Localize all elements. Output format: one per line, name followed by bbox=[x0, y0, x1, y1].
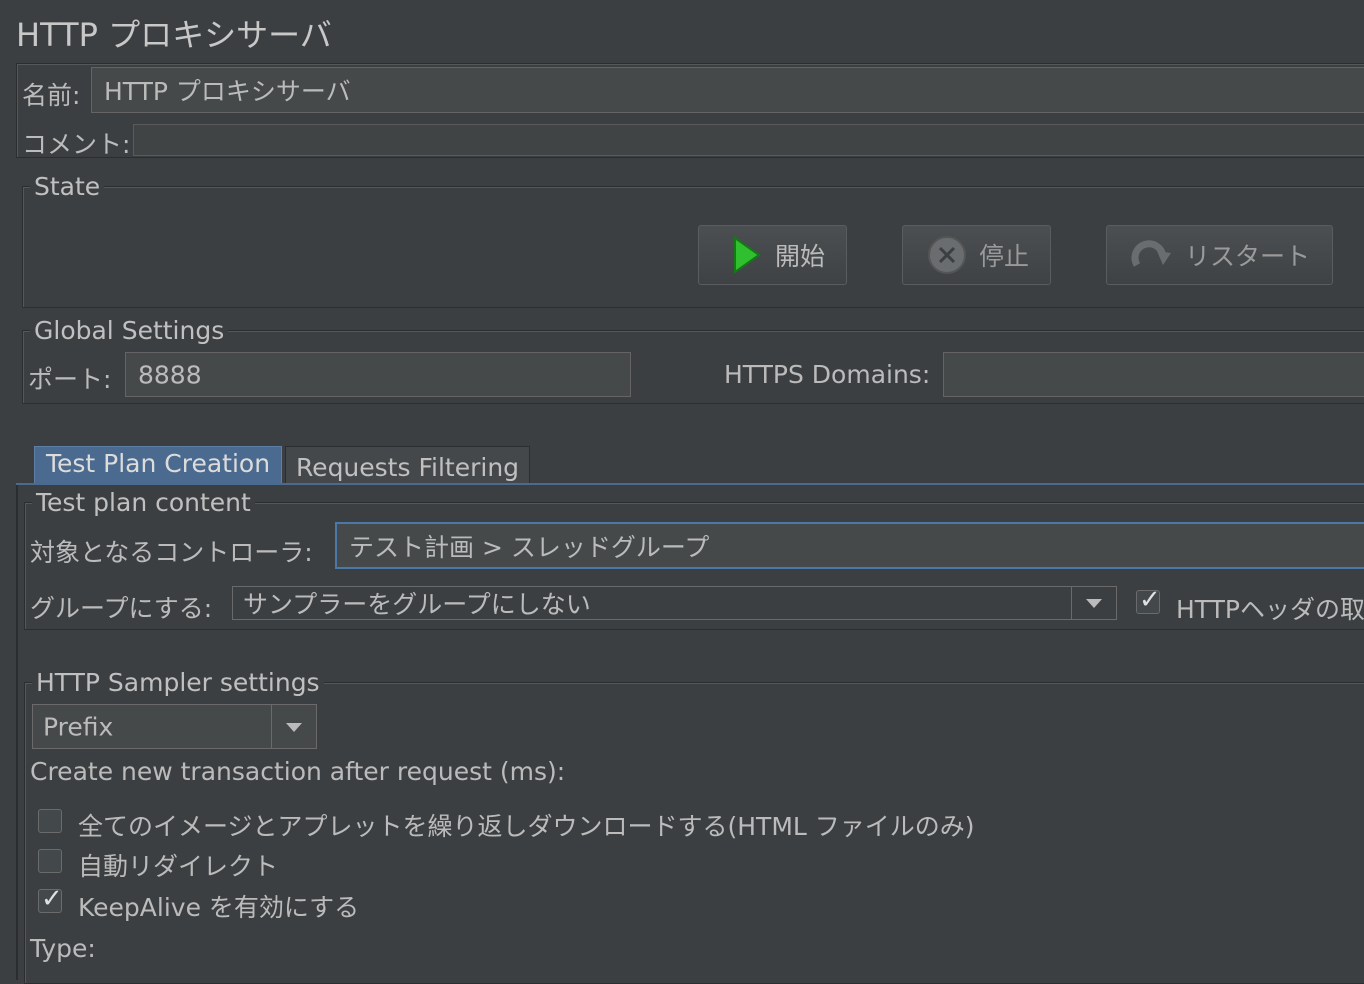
start-button[interactable]: 開始 bbox=[698, 225, 847, 285]
comment-field[interactable] bbox=[133, 124, 1364, 156]
grouping-dropdown-button[interactable] bbox=[1071, 587, 1116, 619]
http-sampler-settings-legend: HTTP Sampler settings bbox=[32, 668, 324, 697]
checkmark-icon: ✓ bbox=[1139, 585, 1161, 615]
name-field[interactable]: HTTP プロキシサーバ bbox=[91, 67, 1364, 113]
transaction-delay-label: Create new transaction after request (ms… bbox=[30, 757, 566, 786]
download-resources-checkbox[interactable] bbox=[38, 809, 62, 833]
target-controller-field[interactable]: テスト計画 > スレッドグループ bbox=[335, 522, 1364, 569]
name-value: HTTP プロキシサーバ bbox=[104, 77, 351, 106]
global-settings-legend: Global Settings bbox=[30, 316, 229, 345]
tab-panel bbox=[16, 485, 18, 980]
stop-label: 停止 bbox=[979, 242, 1030, 271]
state-legend: State bbox=[30, 172, 105, 201]
start-label: 開始 bbox=[775, 242, 826, 271]
tab-requests-filtering[interactable]: Requests Filtering bbox=[285, 446, 530, 484]
target-controller-value: テスト計画 > スレッドグループ bbox=[349, 532, 710, 562]
http-header-checkbox-label: HTTPヘッダの取 bbox=[1176, 595, 1364, 624]
name-label: 名前: bbox=[22, 81, 81, 110]
type-label: Type: bbox=[30, 934, 96, 963]
chevron-down-icon bbox=[1086, 599, 1102, 608]
comment-label: コメント: bbox=[22, 130, 131, 159]
chevron-down-icon bbox=[286, 722, 302, 732]
restart-button[interactable]: リスタート bbox=[1106, 225, 1333, 285]
tab-test-plan-creation[interactable]: Test Plan Creation bbox=[34, 446, 282, 484]
prefix-dropdown-button[interactable] bbox=[271, 705, 316, 748]
grouping-select[interactable]: サンプラーをグループにしない bbox=[232, 586, 1117, 620]
port-label: ポート: bbox=[28, 365, 112, 394]
restart-icon bbox=[1131, 240, 1171, 267]
port-field[interactable]: 8888 bbox=[125, 352, 631, 397]
grouping-label: グループにする: bbox=[30, 594, 213, 623]
test-plan-content-legend: Test plan content bbox=[32, 488, 255, 517]
http-header-checkbox[interactable]: ✓ bbox=[1136, 585, 1161, 615]
stop-button[interactable]: 停止 bbox=[902, 225, 1051, 285]
page-title: HTTP プロキシサーバ bbox=[16, 16, 332, 54]
restart-label: リスタート bbox=[1185, 242, 1311, 271]
https-domains-field[interactable] bbox=[943, 352, 1364, 397]
keepalive-checkbox[interactable]: ✓ bbox=[38, 884, 63, 914]
tab-requests-filtering-label: Requests Filtering bbox=[295, 453, 520, 482]
auto-redirect-label: 自動リダイレクト bbox=[78, 852, 279, 881]
tab-test-plan-creation-label: Test Plan Creation bbox=[45, 449, 271, 478]
https-domains-label: HTTPS Domains: bbox=[724, 360, 931, 389]
checkmark-icon: ✓ bbox=[41, 884, 63, 914]
play-icon bbox=[734, 236, 761, 274]
stop-icon bbox=[928, 236, 966, 274]
tab-panel-border bbox=[16, 483, 1364, 485]
prefix-value: Prefix bbox=[43, 712, 114, 741]
port-value: 8888 bbox=[138, 360, 202, 389]
download-resources-label: 全てのイメージとアプレットを繰り返しダウンロードする(HTML ファイルのみ) bbox=[78, 812, 975, 841]
auto-redirect-checkbox[interactable] bbox=[38, 849, 62, 873]
keepalive-label: KeepAlive を有効にする bbox=[78, 893, 360, 922]
grouping-value: サンプラーをグループにしない bbox=[243, 590, 591, 619]
prefix-select[interactable]: Prefix bbox=[32, 704, 317, 749]
target-controller-label: 対象となるコントローラ: bbox=[30, 538, 313, 567]
